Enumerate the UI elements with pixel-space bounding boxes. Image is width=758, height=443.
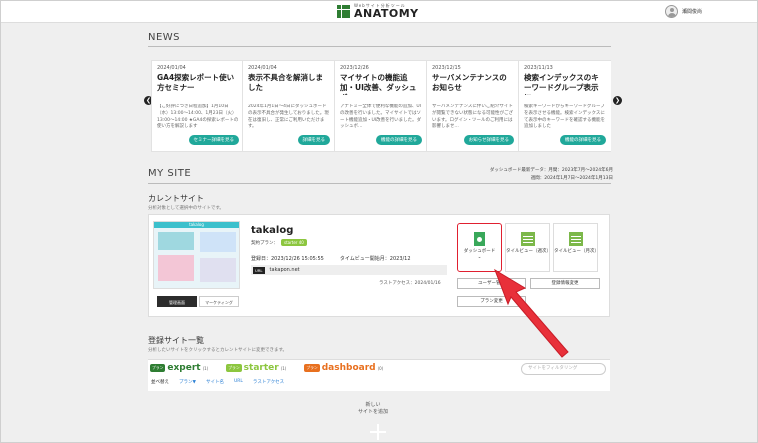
last-access: ラストアクセス：2024/01/16 xyxy=(379,281,441,286)
avatar-icon xyxy=(664,5,678,18)
news-title: マイサイトの機能追加・UI改善、ダッシュボ… xyxy=(340,73,417,95)
news-detail-button[interactable]: セミナー詳細を見る xyxy=(188,135,239,145)
tab-label: dashboard xyxy=(321,363,376,373)
tab-expert[interactable]: プラン expert (1) xyxy=(150,363,208,373)
user-menu[interactable]: 瀬間俊尚 xyxy=(664,5,702,18)
admin-button[interactable]: 管理画面 xyxy=(157,296,197,307)
red-callout-arrow-icon xyxy=(494,268,569,358)
news-card[interactable]: 2024/01/04 GA4探索レポート使い方セミナー 【ご好評につき日程追加】… xyxy=(151,60,245,152)
news-body: サーバメンテナンスに伴いご紹介サイトが閲覧できない状態になる可能性がございます。… xyxy=(432,104,513,130)
news-detail-button[interactable]: お知らせ詳細を見る xyxy=(463,135,514,145)
sort-bar: 並べ替え プラン▼ サイト名 URL ラストアクセス xyxy=(151,379,284,385)
news-card[interactable]: 2024/01/04 表示不具合を解消しました 2024年1月1日～4日にダッシ… xyxy=(242,60,336,152)
plan-tag: プラン xyxy=(150,364,166,372)
site-url[interactable]: takapon.net xyxy=(270,267,300,273)
sort-plan[interactable]: プラン▼ xyxy=(179,379,196,385)
registered-date: 登録日：2023/12/26 15:05:55 xyxy=(251,256,324,262)
news-date: 2024/01/04 xyxy=(157,65,186,71)
logo-title: ANATOMY xyxy=(354,7,419,20)
news-body: 検索キーワードからキーワードグループを表示させる機能。検索インデックスにて表示中… xyxy=(524,104,605,130)
news-detail-button[interactable]: 機能の詳細を見る xyxy=(560,135,606,145)
site-filter-input[interactable]: サイトをフィルタリング xyxy=(521,363,606,375)
anatomy-logo[interactable]: Webサイト分析ツール ANATOMY xyxy=(337,4,419,19)
calendar-chart-icon xyxy=(520,232,535,246)
plus-icon[interactable] xyxy=(370,424,386,440)
current-site-subtitle: 分析対象として選択中のサイトです。 xyxy=(148,206,224,211)
calendar-chart-icon xyxy=(568,232,583,246)
news-divider xyxy=(148,46,611,47)
site-thumbnail[interactable]: takalog xyxy=(153,221,240,289)
news-body: アナトミー全体で便利な機能の追加、UIの改善を行いました。マイサイトではソート機… xyxy=(340,104,422,130)
mysite-heading: MY SITE xyxy=(148,168,192,179)
news-body: 【ご好評につき日程追加】1月10日（水）13:00〜14:00、1月23日（火）… xyxy=(157,104,239,130)
sort-url[interactable]: URL xyxy=(234,379,243,385)
dashboard-doc-icon xyxy=(474,232,485,246)
plan-label: 契約プラン： xyxy=(251,240,278,246)
news-date: 2023/12/15 xyxy=(432,65,461,71)
news-card[interactable]: 2023/12/26 マイサイトの機能追加・UI改善、ダッシュボ… アナトミー全… xyxy=(334,60,428,152)
dashboard-update-weekly: 週間：2024年1月7日〜2024年1月13日 xyxy=(530,176,613,181)
tab-dashboard[interactable]: プラン dashboard (0) xyxy=(304,363,383,373)
news-date: 2024/01/04 xyxy=(248,65,277,71)
news-carousel: 2024/01/04 GA4探索レポート使い方セミナー 【ご好評につき日程追加】… xyxy=(151,60,611,152)
plan-filter-bar: プラン expert (1) プラン starter (1) プラン dashb… xyxy=(148,359,610,391)
news-detail-button[interactable]: 機能の詳細を見る xyxy=(376,135,422,145)
top-header: Webサイト分析ツール ANATOMY 瀬間俊尚 xyxy=(1,1,757,23)
mysite-divider xyxy=(148,183,611,184)
registration-info: 登録日：2023/12/26 15:05:55 タイムビュー開始月：2023/1… xyxy=(251,255,411,262)
tab-label: expert xyxy=(167,363,201,373)
tile-label: タイルビュー（週次） xyxy=(506,249,551,254)
news-date: 2023/12/26 xyxy=(340,65,369,71)
thumbnail-title: takalog xyxy=(189,222,204,227)
news-card[interactable]: 2023/11/13 検索インデックスのキーワードグループ表示に… 検索キーワー… xyxy=(518,60,611,152)
news-body: 2024年1月1日～4日にダッシュボードの表示不具合が発生しておりました。現在は… xyxy=(248,104,329,130)
tab-count: (1) xyxy=(202,365,209,371)
tab-label: starter xyxy=(243,363,279,373)
site-name: takalog xyxy=(251,225,294,236)
sort-label: 並べ替え xyxy=(151,380,169,385)
registered-sites-subtitle: 分析したいサイトをクリックするとカレントサイトに変更できます。 xyxy=(148,348,288,353)
current-site-title: カレントサイト xyxy=(148,194,204,203)
plan-badge: starter 40 xyxy=(281,239,307,246)
pageview-start: タイムビュー開始月：2023/12 xyxy=(339,256,411,262)
site-url-row: URL takapon.net xyxy=(251,265,447,275)
dashboard-update-monthly: ダッシュボード最新データ：月間：2023年7月〜2024年6月 xyxy=(489,168,613,173)
add-site-label[interactable]: 新しい サイトを追加 xyxy=(358,402,388,416)
news-detail-button[interactable]: 詳細を見る xyxy=(297,135,330,145)
news-title: GA4探索レポート使い方セミナー xyxy=(157,73,235,92)
registered-sites-title: 登録サイト一覧 xyxy=(148,336,204,345)
sort-site-name[interactable]: サイト名 xyxy=(206,379,224,385)
news-card[interactable]: 2023/12/15 サーバメンテナンスのお知らせ サーバメンテナンスに伴いご紹… xyxy=(426,60,520,152)
marketing-button[interactable]: マーケティング xyxy=(199,296,239,307)
tab-starter[interactable]: プラン starter (1) xyxy=(226,363,286,373)
news-title: サーバメンテナンスのお知らせ xyxy=(432,73,507,92)
plan-line: 契約プラン： starter 40 xyxy=(251,239,307,246)
tab-count: (1) xyxy=(280,365,287,371)
news-title: 検索インデックスのキーワードグループ表示に… xyxy=(524,73,599,95)
plan-tag: プラン xyxy=(226,364,242,372)
tile-label: タイルビュー（月次） xyxy=(554,249,599,254)
chevron-right-icon[interactable]: ❯ xyxy=(613,96,622,105)
tab-count: (0) xyxy=(377,365,384,371)
logo-grid-icon xyxy=(337,5,350,18)
sort-last-access[interactable]: ラストアクセス xyxy=(253,379,284,385)
user-name: 瀬間俊尚 xyxy=(681,9,702,15)
news-date: 2023/11/13 xyxy=(524,65,553,71)
url-tag: URL xyxy=(253,266,265,274)
plan-tag: プラン xyxy=(304,364,320,372)
news-title: 表示不具合を解消しました xyxy=(248,73,323,92)
news-heading: NEWS xyxy=(148,32,181,43)
